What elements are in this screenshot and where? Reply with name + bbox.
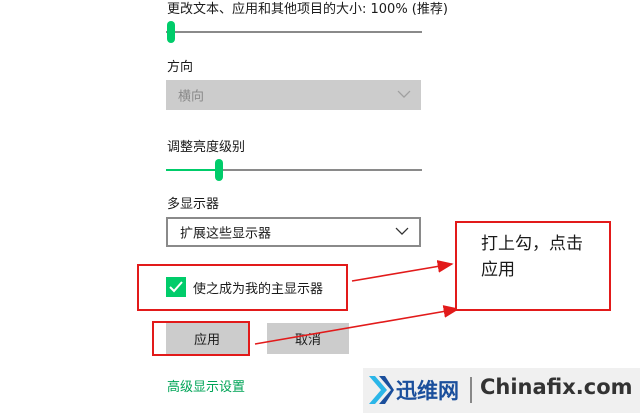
arrow-to-apply — [254, 305, 460, 345]
annotation-arrows — [254, 260, 460, 345]
annotation-note: 打上勾，点击 应用 — [455, 221, 611, 311]
watermark-brand: 迅维网 — [396, 379, 459, 403]
arrow-to-checkbox — [351, 260, 454, 282]
watermark-site: Chinafix.com — [480, 375, 633, 399]
brand-logo-icon — [369, 376, 394, 404]
watermark-divider — [470, 377, 472, 403]
annotation-note-line2: 应用 — [481, 260, 515, 280]
watermark: 迅维网 Chinafix.com — [363, 368, 640, 413]
annotation-note-line1: 打上勾，点击 — [481, 234, 583, 254]
